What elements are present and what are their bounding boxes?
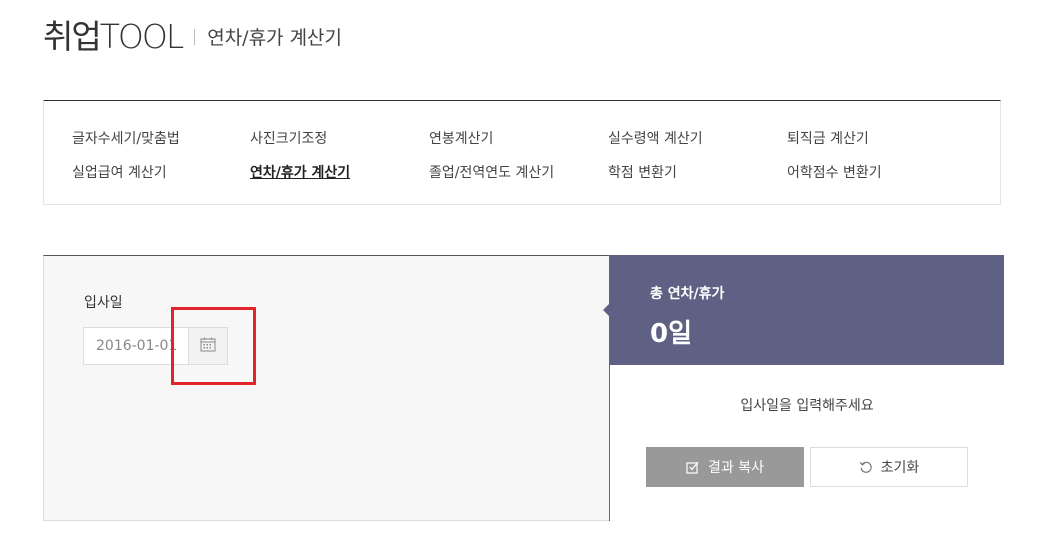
hire-date-label: 입사일 [84,295,123,311]
copy-icon [686,460,700,474]
hire-date-input[interactable] [83,327,188,365]
result-panel: 총 연차/휴가 0일 입사일을 입력해주세요 결과 복사 초기화 [603,255,1004,521]
nav-item-graduation-year-calc[interactable]: 졸업/전역연도 계산기 [429,162,554,182]
nav-item-spell-check[interactable]: 글자수세기/맞춤법 [72,128,180,148]
nav-item-photo-resize[interactable]: 사진크기조정 [250,128,327,148]
reset-label: 초기화 [880,460,920,476]
result-header: 총 연차/휴가 0일 [603,255,1004,365]
brand-logo[interactable]: 취업TOOL [43,10,184,58]
nav-item-salary-calc[interactable]: 연봉계산기 [429,128,493,148]
nav-item-language-score-converter[interactable]: 어학점수 변환기 [787,162,882,182]
refresh-icon [859,460,873,474]
nav-item-gpa-converter[interactable]: 학점 변환기 [608,162,677,182]
nav-item-severance-calc[interactable]: 퇴직금 계산기 [787,128,869,148]
leave-calculator: 입사일 총 연차/휴가 [43,255,1004,521]
copy-result-label: 결과 복사 [708,460,764,476]
nav-item-net-pay-calc[interactable]: 실수령액 계산기 [608,128,703,148]
header: 취업TOOL 연차/휴가 계산기 [43,12,342,56]
nav-item-annual-leave-calc[interactable]: 연차/휴가 계산기 [250,162,350,182]
reset-button[interactable]: 초기화 [810,447,968,487]
total-leave-label: 총 연차/휴가 [650,286,725,302]
calendar-icon [200,337,216,356]
total-leave-value: 0일 [650,319,693,349]
calendar-button[interactable] [188,327,228,365]
tool-nav: 글자수세기/맞춤법 사진크기조정 연봉계산기 실수령액 계산기 퇴직금 계산기 … [43,100,1001,205]
title-divider [194,29,196,45]
copy-result-button[interactable]: 결과 복사 [646,447,804,487]
result-message: 입사일을 입력해주세요 [740,398,874,414]
nav-item-unemployment-calc[interactable]: 실업급여 계산기 [72,162,167,182]
page-title: 연차/휴가 계산기 [207,26,343,49]
page: 취업TOOL 연차/휴가 계산기 글자수세기/맞춤법 사진크기조정 연봉계산기 … [0,0,1041,558]
